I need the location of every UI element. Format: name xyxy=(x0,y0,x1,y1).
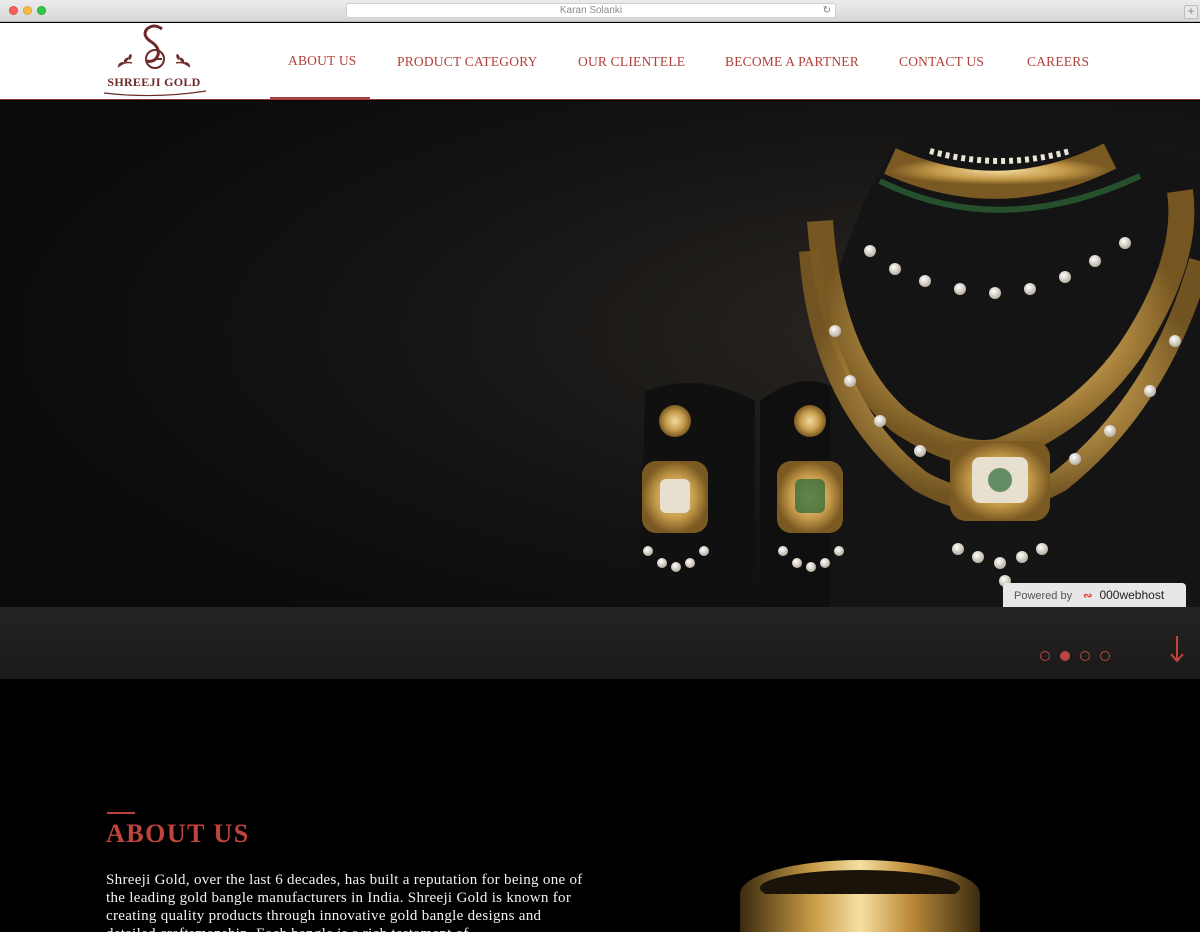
slide-dot-4[interactable] xyxy=(1100,651,1110,661)
main-nav: ABOUT US PRODUCT CATEGORY OUR CLIENTELE … xyxy=(0,23,1200,100)
powered-by-prefix: Powered by xyxy=(1014,590,1073,602)
browser-titlebar: Karan Solanki ↻ + xyxy=(0,0,1200,22)
scroll-down-arrow-icon[interactable] xyxy=(1168,635,1186,663)
window-title: Karan Solanki xyxy=(559,5,623,16)
minimize-window-button[interactable] xyxy=(23,6,32,15)
zoom-window-button[interactable] xyxy=(37,6,46,15)
active-nav-indicator xyxy=(270,97,370,100)
slide-dot-3[interactable] xyxy=(1080,651,1090,661)
close-window-button[interactable] xyxy=(9,6,18,15)
about-section: ABOUT US Shreeji Gold, over the last 6 d… xyxy=(0,679,1200,932)
nav-become-a-partner[interactable]: BECOME A PARTNER xyxy=(725,54,859,70)
nav-our-clientele[interactable]: OUR CLIENTELE xyxy=(578,54,685,70)
new-tab-button[interactable]: + xyxy=(1184,5,1198,19)
nav-careers[interactable]: CAREERS xyxy=(1027,54,1089,70)
slide-dot-1[interactable] xyxy=(1040,651,1050,661)
gold-bangle-image xyxy=(740,860,980,932)
about-title: ABOUT US xyxy=(106,819,250,848)
address-bar[interactable]: Karan Solanki ↻ xyxy=(346,3,836,18)
powered-by-brand: 000webhost xyxy=(1099,588,1165,602)
hero-slider[interactable]: Powered by ∾ 000webhost xyxy=(0,101,1200,679)
nav-contact-us[interactable]: CONTACT US xyxy=(899,54,984,70)
site-header: SHREEJI GOLD ABOUT US PRODUCT CATEGORY O… xyxy=(0,23,1200,100)
about-description: Shreeji Gold, over the last 6 decades, h… xyxy=(106,872,583,932)
nav-about-us[interactable]: ABOUT US xyxy=(288,53,357,69)
slide-dot-2[interactable] xyxy=(1060,651,1070,661)
hero-floor xyxy=(0,607,1200,679)
powered-by-badge[interactable]: Powered by ∾ 000webhost xyxy=(1003,583,1186,607)
nav-product-category[interactable]: PRODUCT CATEGORY xyxy=(397,54,538,70)
about-title-rule xyxy=(107,812,135,814)
reload-icon[interactable]: ↻ xyxy=(823,4,831,17)
webhost-logo-icon: ∾ xyxy=(1083,590,1093,602)
